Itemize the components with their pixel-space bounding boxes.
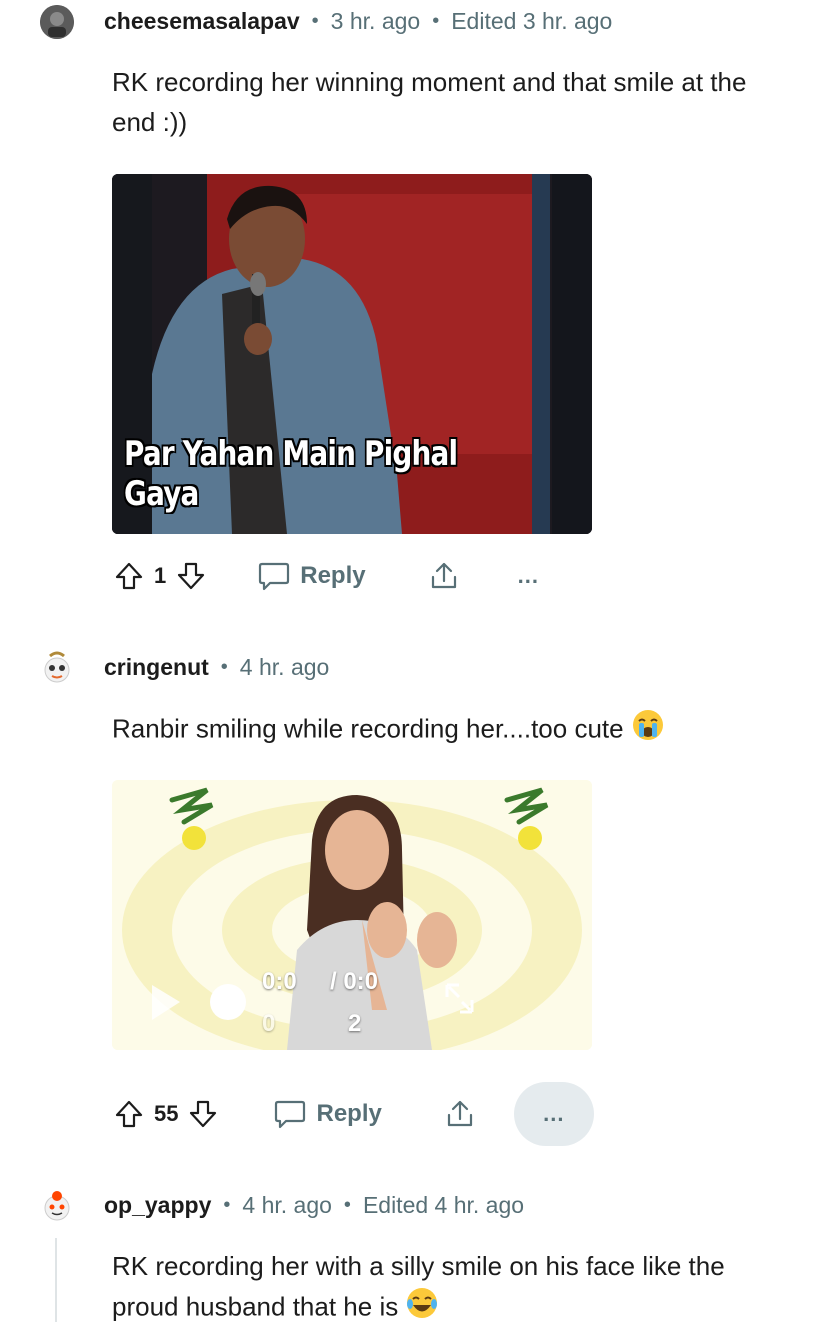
- upvote-icon[interactable]: [112, 1097, 146, 1131]
- separator-dot: •: [311, 10, 319, 32]
- separator-dot: •: [343, 1194, 351, 1216]
- comment-actions: 55 Reply ...: [112, 1082, 594, 1146]
- separator-dot: •: [223, 1194, 231, 1216]
- reply-label: Reply: [316, 1100, 382, 1127]
- user-avatar[interactable]: [40, 5, 74, 39]
- share-icon[interactable]: [444, 1098, 476, 1130]
- edited-label: Edited 4 hr. ago: [362, 1192, 525, 1218]
- user-avatar[interactable]: [40, 1188, 74, 1222]
- video-duration: / 0:0: [330, 968, 379, 995]
- reply-button[interactable]: Reply: [258, 561, 366, 591]
- reply-button[interactable]: Reply: [274, 1099, 382, 1129]
- video-time-extra-left: 0: [262, 1010, 276, 1037]
- thread-line[interactable]: [55, 1238, 57, 1322]
- more-options-button[interactable]: ...: [518, 563, 539, 589]
- username[interactable]: op_yappy: [104, 1192, 211, 1219]
- vote-score: 55: [154, 1101, 179, 1126]
- comment-gif[interactable]: Par Yahan Main Pighal Gaya: [112, 174, 592, 534]
- comment-meta: cringenut • 4 hr. ago: [104, 654, 329, 681]
- comment-video[interactable]: 0:0 / 0:0 2 0: [112, 780, 592, 1050]
- comment-meta: cheesemasalapav • 3 hr. ago • Edited 3 h…: [104, 8, 612, 35]
- timestamp: 3 hr. ago: [330, 8, 421, 34]
- user-avatar[interactable]: [40, 650, 74, 684]
- comment-bubble-icon: [259, 562, 290, 591]
- edited-label: Edited 3 hr. ago: [451, 8, 613, 34]
- comment-meta: op_yappy • 4 hr. ago • Edited 4 hr. ago: [104, 1192, 524, 1219]
- comment-bubble-icon: [275, 1100, 306, 1129]
- downvote-icon[interactable]: [174, 559, 208, 593]
- timestamp: 4 hr. ago: [239, 654, 330, 680]
- face-with-tears-of-joy-emoji: [405, 1286, 439, 1331]
- separator-dot: •: [220, 656, 228, 678]
- comment-text-content: Ranbir smiling while recording her....to…: [112, 713, 624, 744]
- gif-caption: Par Yahan Main Pighal Gaya: [124, 434, 458, 514]
- comment-text: RK recording her winning moment and that…: [112, 67, 747, 137]
- reply-label: Reply: [300, 562, 366, 589]
- downvote-icon[interactable]: [186, 1097, 220, 1131]
- more-options-dots: ...: [543, 1101, 565, 1126]
- vote-score: 1: [154, 563, 167, 588]
- username[interactable]: cheesemasalapav: [104, 8, 300, 35]
- timestamp: 4 hr. ago: [242, 1192, 332, 1218]
- comment-text: RK recording her with a silly smile on h…: [112, 1246, 792, 1331]
- loudly-crying-face-emoji: [631, 708, 665, 753]
- share-icon[interactable]: [428, 560, 460, 592]
- separator-dot: •: [432, 10, 440, 32]
- username[interactable]: cringenut: [104, 654, 209, 681]
- more-options-button[interactable]: ...: [513, 1082, 594, 1146]
- video-current-time: 0:0: [262, 968, 297, 995]
- comment-actions: 1 Reply ...: [112, 544, 539, 608]
- video-time-extra: 2: [348, 1010, 362, 1037]
- comment-text: Ranbir smiling while recording her....to…: [112, 708, 792, 753]
- upvote-icon[interactable]: [112, 559, 146, 593]
